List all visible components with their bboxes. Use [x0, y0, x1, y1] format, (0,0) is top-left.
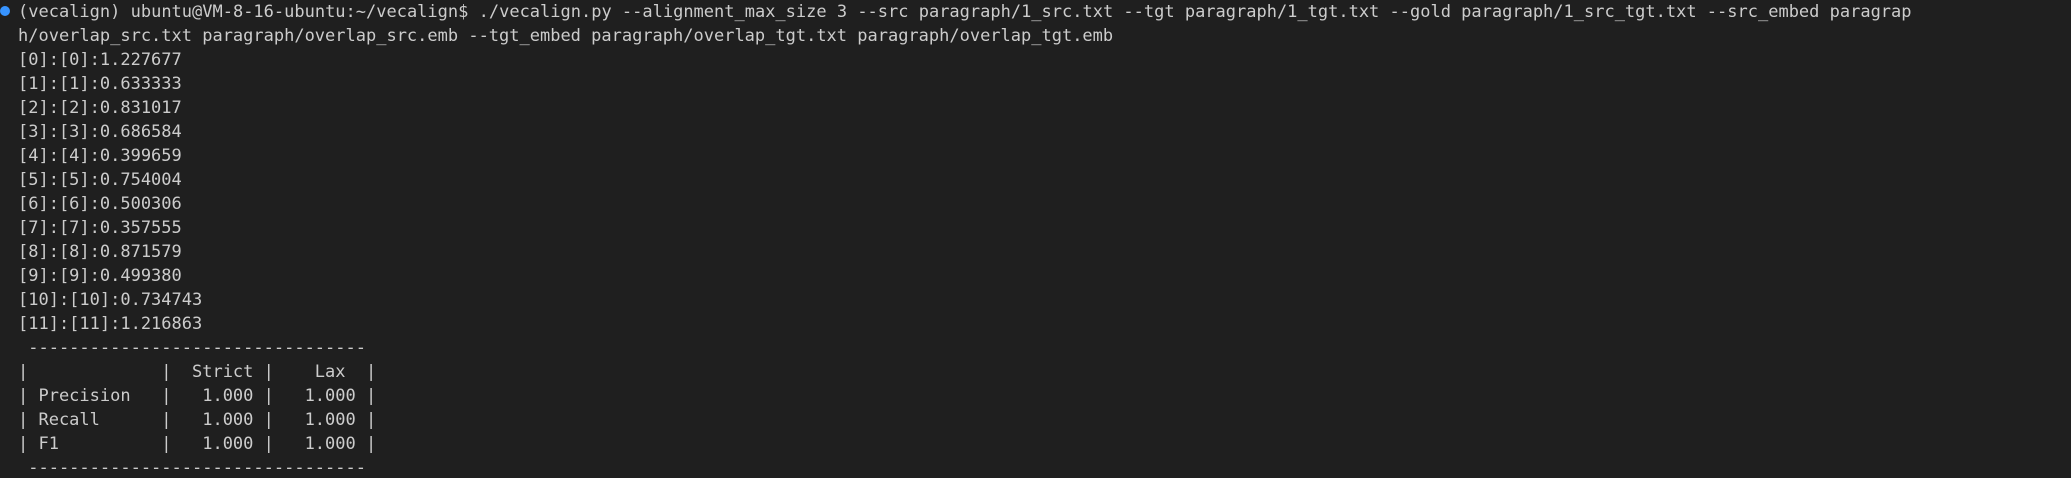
terminal-panel[interactable]: (vecalign) ubuntu@VM-8-16-ubuntu:~/vecal… [0, 0, 2071, 478]
metrics-table-row: | | Strict | Lax | [18, 362, 377, 382]
user-host-path: ubuntu@VM-8-16-ubuntu:~/vecalign$ [130, 2, 469, 22]
prompt-line: (vecalign) ubuntu@VM-8-16-ubuntu:~/vecal… [18, 0, 2071, 24]
metrics-table-row: --------------------------------- [18, 458, 366, 478]
alignment-line: [5]:[5]:0.754004 [18, 170, 182, 190]
command-success-decoration-icon[interactable] [0, 6, 10, 16]
alignment-output: [0]:[0]:1.227677 [1]:[1]:0.633333 [2]:[2]:… [18, 48, 2071, 336]
metrics-table-row: | F1 | 1.000 | 1.000 | [18, 434, 377, 454]
command-text-wrapped: h/overlap_src.txt paragraph/overlap_src.… [18, 26, 1114, 46]
alignment-line: [7]:[7]:0.357555 [18, 218, 182, 238]
metrics-table-row: | Precision | 1.000 | 1.000 | [18, 386, 377, 406]
metrics-table-row: | Recall | 1.000 | 1.000 | [18, 410, 377, 430]
alignment-line: [6]:[6]:0.500306 [18, 194, 182, 214]
metrics-table: --------------------------------- | | Str… [18, 336, 2071, 478]
alignment-line: [4]:[4]:0.399659 [18, 146, 182, 166]
alignment-line: [1]:[1]:0.633333 [18, 74, 182, 94]
alignment-line: [10]:[10]:0.734743 [18, 290, 203, 310]
alignment-line: [8]:[8]:0.871579 [18, 242, 182, 262]
command-text: ./vecalign.py --alignment_max_size 3 --s… [478, 2, 1912, 22]
alignment-line: [3]:[3]:0.686584 [18, 122, 182, 142]
conda-env-label: (vecalign) [18, 2, 121, 22]
alignment-line: [9]:[9]:0.499380 [18, 266, 182, 286]
metrics-table-row: --------------------------------- [18, 338, 366, 358]
alignment-line: [0]:[0]:1.227677 [18, 50, 182, 70]
alignment-line: [11]:[11]:1.216863 [18, 314, 203, 334]
alignment-line: [2]:[2]:0.831017 [18, 98, 182, 118]
